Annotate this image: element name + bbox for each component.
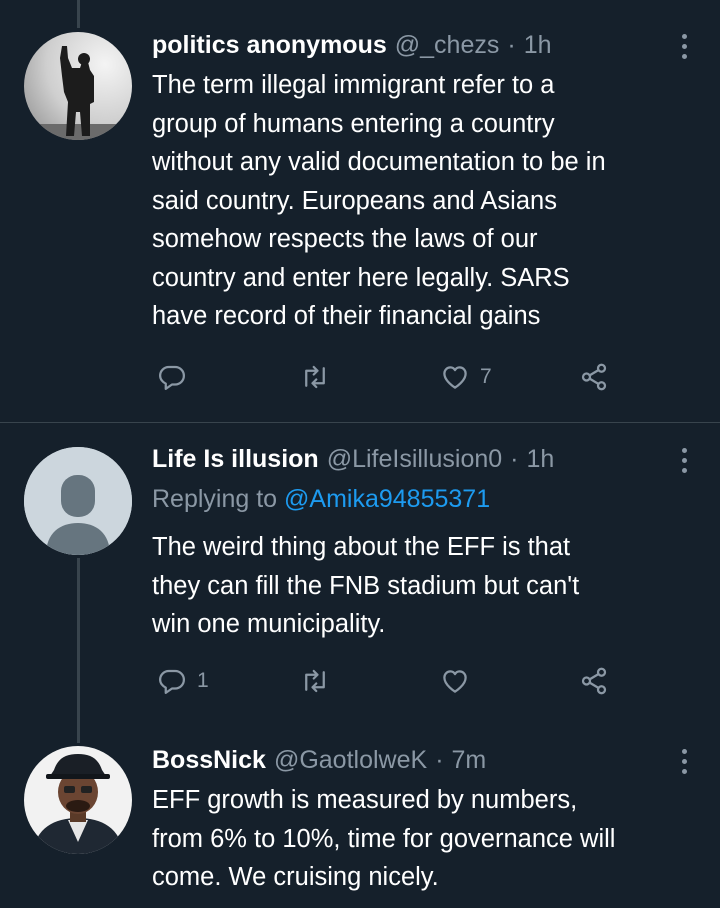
avatar[interactable] bbox=[24, 32, 132, 140]
tweet-text-line: group of humans entering a country bbox=[152, 109, 555, 138]
timestamp[interactable]: 7m bbox=[452, 746, 487, 775]
tweet-text-line: without any valid documentation to be in bbox=[152, 148, 606, 176]
like-button[interactable]: 7 bbox=[440, 362, 492, 392]
avatar-photo-man-hat bbox=[24, 746, 132, 854]
share-icon bbox=[581, 667, 607, 695]
display-name[interactable]: politics anonymous bbox=[152, 31, 387, 60]
tweet-text-line: somehow respects the laws of our bbox=[152, 225, 538, 253]
replying-to: Replying to @Amika94855371 bbox=[152, 485, 490, 514]
like-icon bbox=[443, 670, 467, 693]
retweet-icon bbox=[305, 669, 325, 693]
reply-count: 1 bbox=[197, 669, 209, 692]
reply-icon bbox=[159, 365, 185, 390]
separator: · bbox=[510, 444, 519, 473]
user-handle[interactable]: @_chezs bbox=[395, 31, 500, 60]
share-button[interactable] bbox=[579, 666, 609, 696]
tweet-text: The term illegal immigrant refer to a gr… bbox=[152, 66, 702, 336]
timestamp[interactable]: 1h bbox=[526, 445, 554, 474]
more-icon[interactable] bbox=[678, 448, 690, 473]
tweet-text-line: The weird thing about the EFF is that bbox=[152, 533, 571, 561]
separator: · bbox=[507, 30, 516, 59]
tweet-actions: 7 bbox=[0, 362, 720, 402]
tweet-text-line: come. We cruising nicely. bbox=[152, 863, 439, 891]
retweet-button[interactable] bbox=[300, 362, 340, 392]
tweet-text-line: they can fill the FNB stadium but can't bbox=[152, 571, 580, 600]
tweet-header: politics anonymous @_chezs · 1h bbox=[152, 25, 552, 65]
tweet-text-line: EFF growth is measured by numbers, bbox=[152, 786, 578, 814]
more-icon[interactable] bbox=[678, 34, 690, 59]
tweet-text: The weird thing about the EFF is that th… bbox=[152, 528, 702, 644]
share-button[interactable] bbox=[579, 362, 609, 392]
avatar[interactable] bbox=[24, 746, 132, 854]
tweet-text-line: win one municipality. bbox=[152, 610, 386, 638]
display-name[interactable]: Life Is illusion bbox=[152, 445, 319, 474]
timestamp[interactable]: 1h bbox=[524, 31, 552, 60]
retweet-icon bbox=[305, 365, 325, 389]
mention-link[interactable]: @Amika94855371 bbox=[284, 485, 490, 513]
tweet-2[interactable]: Life Is illusion @LifeIsillusion0 · 1h R… bbox=[0, 423, 720, 733]
tweet-text-line: said country. Europeans and Asians bbox=[152, 186, 557, 215]
retweet-button[interactable] bbox=[300, 666, 340, 696]
replying-to-label: Replying to bbox=[152, 485, 278, 513]
reply-button[interactable]: 1 bbox=[157, 666, 209, 696]
tweet-text-line: from 6% to 10%, time for governance will bbox=[152, 824, 616, 853]
avatar-photo-statue bbox=[24, 32, 132, 140]
tweet-1[interactable]: politics anonymous @_chezs · 1h The term… bbox=[0, 0, 720, 422]
more-icon[interactable] bbox=[678, 749, 690, 774]
tweet-text-line: country and enter here legally. SARS bbox=[152, 263, 570, 292]
display-name[interactable]: BossNick bbox=[152, 746, 266, 775]
reply-icon bbox=[159, 669, 185, 694]
tweet-header: Life Is illusion @LifeIsillusion0 · 1h bbox=[152, 439, 554, 479]
user-handle[interactable]: @GaotlolweK bbox=[274, 746, 427, 775]
like-count: 7 bbox=[480, 365, 492, 388]
share-icon bbox=[581, 363, 607, 391]
avatar[interactable] bbox=[24, 447, 132, 555]
separator: · bbox=[435, 745, 444, 774]
tweet-text-line: The term illegal immigrant refer to a bbox=[152, 71, 555, 99]
reply-button[interactable] bbox=[157, 362, 197, 392]
tweet-text-line: have record of their financial gains bbox=[152, 302, 541, 330]
tweet-3[interactable]: BossNick @GaotlolweK · 7m EFF growth is … bbox=[0, 733, 720, 908]
tweet-text: EFF growth is measured by numbers, from … bbox=[152, 781, 702, 897]
user-handle[interactable]: @LifeIsillusion0 bbox=[327, 445, 502, 474]
like-button[interactable] bbox=[440, 666, 480, 696]
tweet-header: BossNick @GaotlolweK · 7m bbox=[152, 740, 486, 780]
default-avatar-icon bbox=[24, 447, 132, 555]
like-icon bbox=[443, 366, 467, 389]
tweet-actions: 1 bbox=[0, 666, 720, 706]
